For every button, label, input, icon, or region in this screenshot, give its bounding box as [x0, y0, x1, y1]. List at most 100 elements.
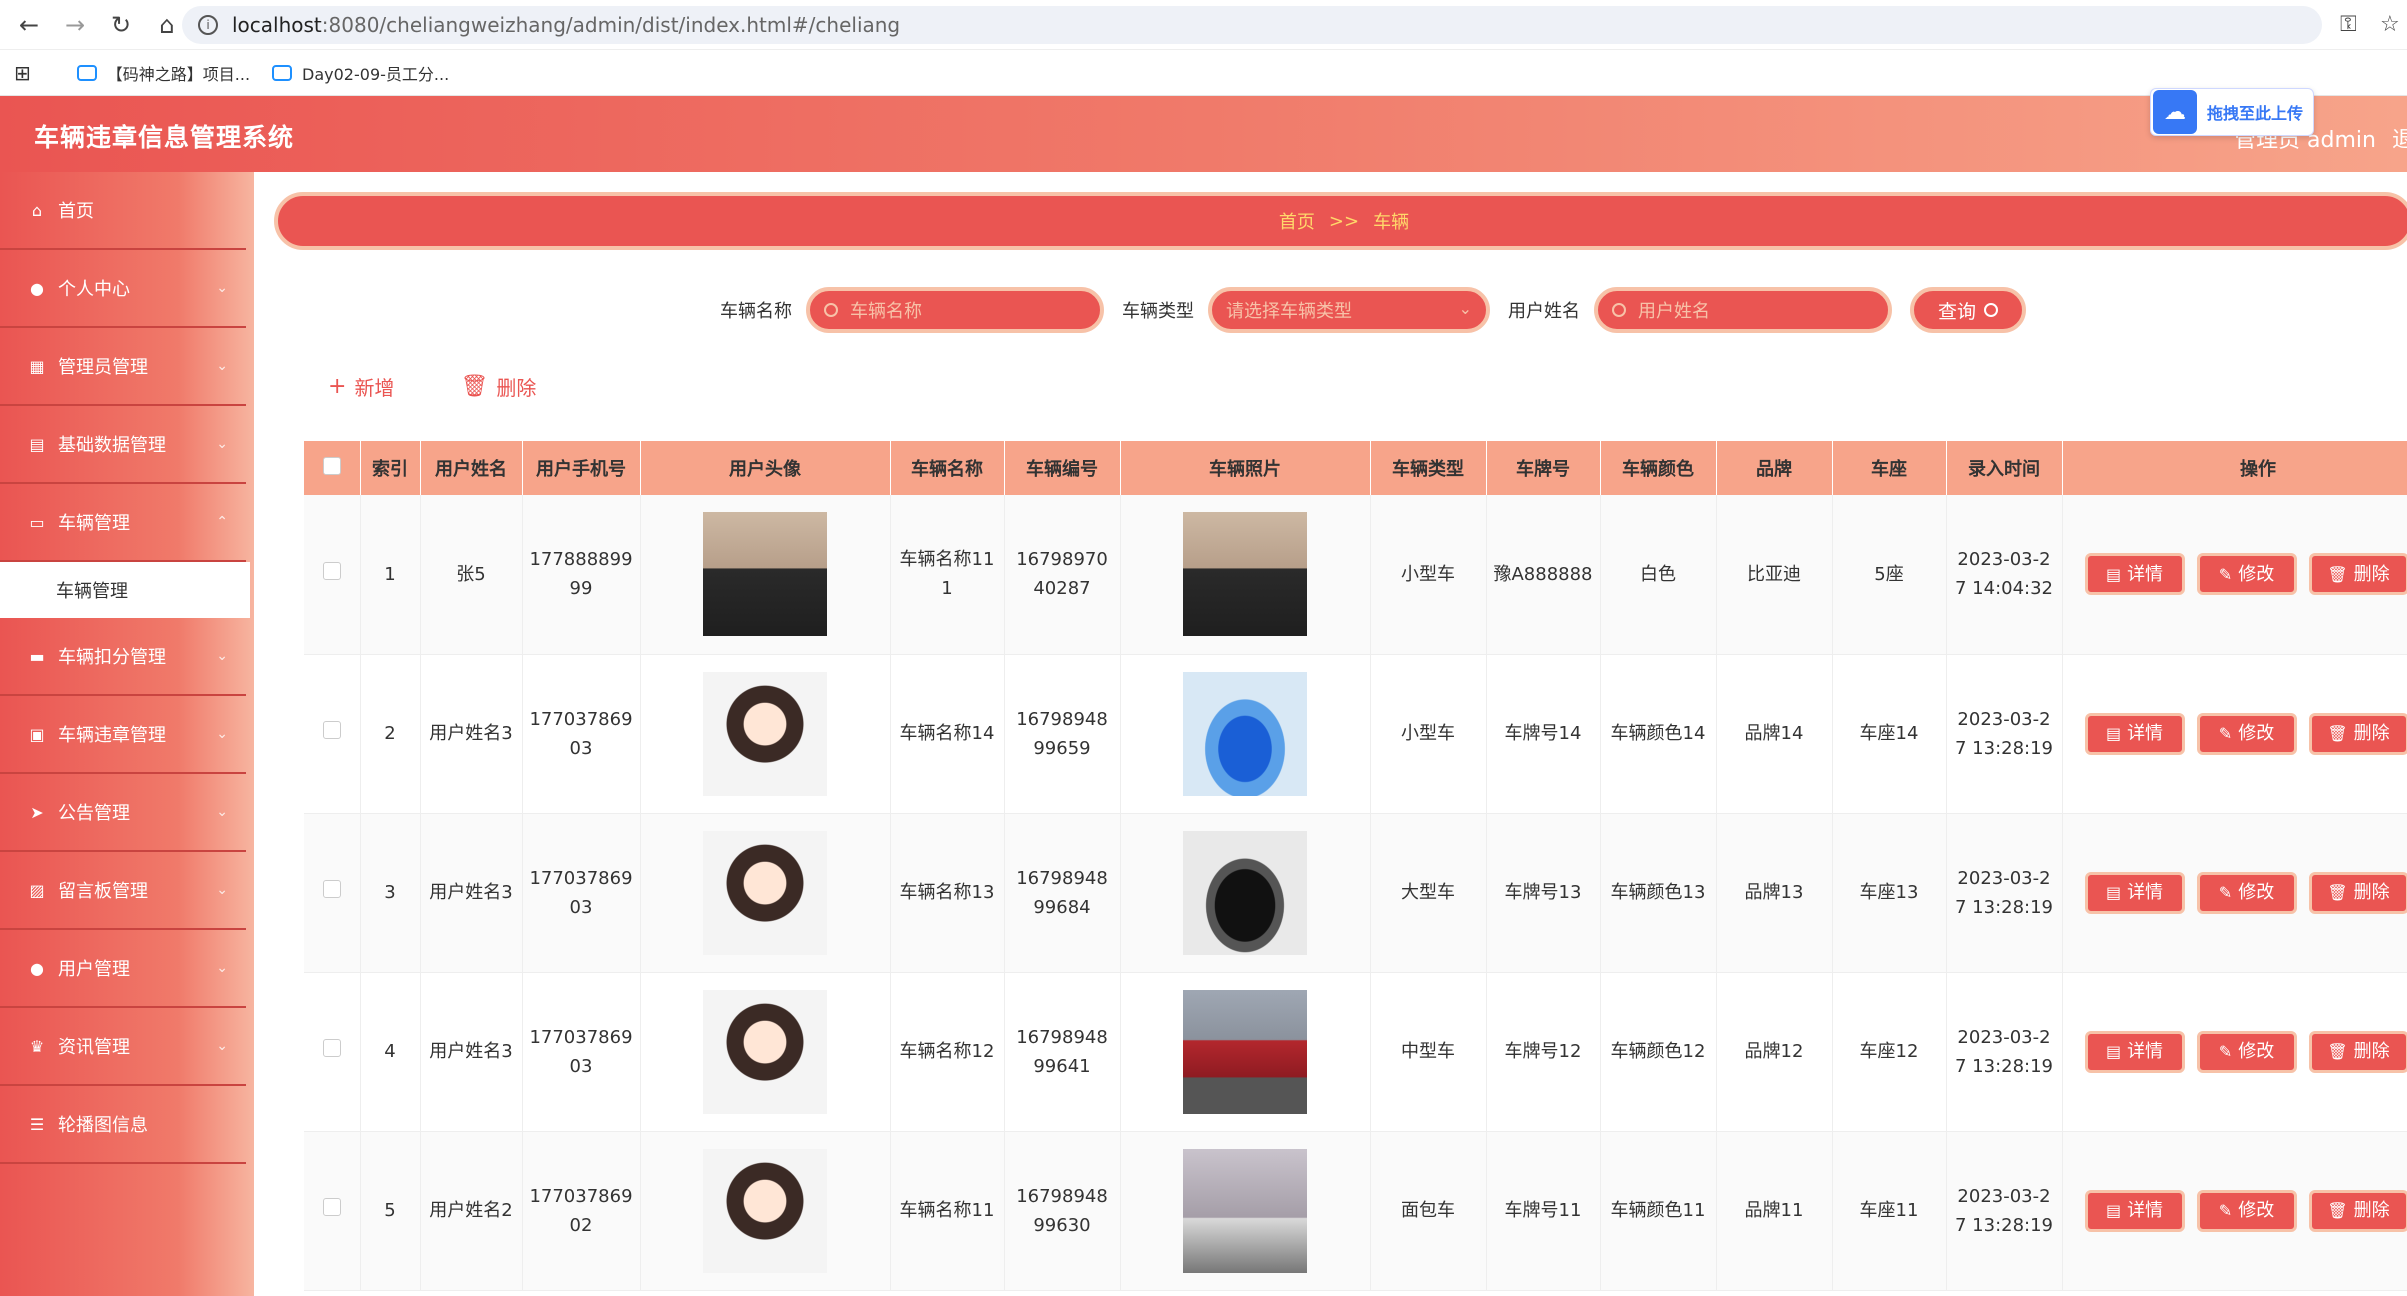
- row-select-cell[interactable]: [304, 813, 361, 973]
- sidebar-item-basedata[interactable]: ▤ 基础数据管理 ⌄: [0, 406, 246, 484]
- star-icon[interactable]: ☆: [2380, 12, 2400, 37]
- user-avatar-image[interactable]: [703, 512, 827, 637]
- sidebar-item-users[interactable]: ● 用户管理 ⌄: [0, 930, 246, 1008]
- cell-ops: ▤ 详情 ✎ 修改 🗑 删除: [2062, 1131, 2407, 1291]
- delete-button[interactable]: 🗑 删除: [2308, 1189, 2407, 1232]
- submenu-item-vehicle[interactable]: 车辆管理: [0, 562, 250, 618]
- breadcrumb-separator: >>: [1328, 210, 1360, 232]
- edit-button[interactable]: ✎ 修改: [2196, 712, 2297, 755]
- column-header: 用户头像: [640, 441, 891, 495]
- row-checkbox[interactable]: [322, 721, 341, 739]
- edit-label: 修改: [2238, 882, 2275, 903]
- row-checkbox[interactable]: [322, 880, 341, 898]
- cell-plate: 车牌号13: [1486, 813, 1601, 973]
- sidebar-item-violation[interactable]: ▣ 车辆违章管理 ⌄: [0, 696, 246, 774]
- trash-icon: 🗑: [2327, 724, 2348, 743]
- back-arrow-icon[interactable]: ←: [12, 8, 46, 42]
- select-all-cell[interactable]: [304, 441, 361, 495]
- site-info-icon[interactable]: i: [198, 15, 218, 35]
- forward-arrow-icon[interactable]: →: [58, 8, 92, 42]
- upload-widget[interactable]: ☁ 拖拽至此上传: [2150, 88, 2314, 136]
- bookmark-item[interactable]: Day02-09-员工分...: [272, 61, 449, 85]
- vehicle-type-select[interactable]: 请选择车辆类型 ⌄: [1208, 287, 1490, 333]
- row-actions: ▤ 详情 ✎ 修改 🗑 删除: [2069, 553, 2407, 596]
- cell-type: 面包车: [1370, 1131, 1487, 1291]
- vehicle-photo-image[interactable]: [1183, 512, 1307, 637]
- delete-label: 删除: [2353, 723, 2390, 744]
- select-all-checkbox[interactable]: [322, 456, 341, 475]
- user-avatar-image[interactable]: [703, 671, 827, 796]
- url-field[interactable]: i localhost:8080/cheliangweizhang/admin/…: [182, 6, 2322, 44]
- detail-button[interactable]: ▤ 详情: [2084, 553, 2185, 596]
- cell-seat: 车座13: [1832, 813, 1947, 973]
- cell-seat: 车座11: [1832, 1131, 1947, 1291]
- key-icon[interactable]: ⚿: [2340, 12, 2357, 37]
- vehicle-name-label: 车辆名称: [720, 301, 792, 322]
- user-avatar-image[interactable]: [703, 1148, 827, 1273]
- vehicle-photo-image[interactable]: [1183, 830, 1307, 955]
- detail-button[interactable]: ▤ 详情: [2084, 871, 2185, 914]
- row-checkbox[interactable]: [322, 1039, 341, 1057]
- user-avatar-image[interactable]: [703, 989, 827, 1114]
- chevron-down-icon: ⌄: [216, 358, 228, 374]
- table-body: 1 张5 17788889999 车辆名称111 1679897040287 小…: [304, 495, 2407, 1291]
- sidebar-item-vehicle[interactable]: ▭ 车辆管理 ⌃: [0, 484, 246, 562]
- column-header: 车座: [1832, 441, 1947, 495]
- delete-button[interactable]: 🗑 删除: [2308, 871, 2407, 914]
- bookmark-item[interactable]: 【码神之路】项目...: [76, 61, 250, 85]
- edit-button[interactable]: ✎ 修改: [2196, 1030, 2297, 1073]
- row-select-cell[interactable]: [304, 495, 361, 655]
- vehicle-name-input[interactable]: 车辆名称: [806, 287, 1104, 333]
- edit-icon: ✎: [2218, 724, 2233, 743]
- vehicle-photo-image[interactable]: [1183, 1148, 1307, 1273]
- edit-button[interactable]: ✎ 修改: [2196, 871, 2297, 914]
- breadcrumb-home[interactable]: 首页: [1279, 208, 1315, 234]
- row-select-cell[interactable]: [304, 654, 361, 814]
- sidebar-item-label: 首页: [58, 201, 94, 222]
- vehicle-photo-image[interactable]: [1183, 671, 1307, 796]
- delete-button[interactable]: 🗑 删除: [2308, 1030, 2407, 1073]
- sidebar-item-points[interactable]: ▬ 车辆扣分管理 ⌄: [0, 618, 246, 696]
- sidebar-item-notice[interactable]: ➤ 公告管理 ⌄: [0, 774, 246, 852]
- sidebar-item-news[interactable]: ♛ 资讯管理 ⌄: [0, 1008, 246, 1086]
- cell-name: 车辆名称14: [890, 654, 1005, 814]
- sidebar-item-label: 车辆扣分管理: [58, 647, 166, 668]
- edit-label: 修改: [2238, 1200, 2275, 1221]
- detail-button[interactable]: ▤ 详情: [2084, 1189, 2185, 1232]
- detail-button[interactable]: ▤ 详情: [2084, 712, 2185, 755]
- user-name-input[interactable]: 用户姓名: [1594, 287, 1892, 333]
- delete-button[interactable]: 🗑 删除: [2308, 553, 2407, 596]
- cell-type: 大型车: [1370, 813, 1487, 973]
- row-select-cell[interactable]: [304, 972, 361, 1132]
- apps-grid-icon[interactable]: ⊞: [14, 61, 31, 85]
- logout-link[interactable]: 退: [2392, 122, 2407, 154]
- query-button[interactable]: 查询: [1910, 287, 2026, 333]
- chevron-down-icon: ⌄: [216, 804, 228, 820]
- detail-button[interactable]: ▤ 详情: [2084, 1030, 2185, 1073]
- edit-button[interactable]: ✎ 修改: [2196, 553, 2297, 596]
- sidebar-item-message[interactable]: ▨ 留言板管理 ⌄: [0, 852, 246, 930]
- vehicle-photo-image[interactable]: [1183, 989, 1307, 1114]
- row-checkbox[interactable]: [322, 1198, 341, 1216]
- edit-button[interactable]: ✎ 修改: [2196, 1189, 2297, 1232]
- cell-color: 车辆颜色14: [1600, 654, 1717, 814]
- home-browser-icon[interactable]: ⌂: [150, 8, 184, 42]
- cell-time: 2023-03-27 14:04:32: [1946, 495, 2063, 655]
- user-avatar-image[interactable]: [703, 830, 827, 955]
- batch-delete-button[interactable]: 🗑 删除: [460, 372, 536, 401]
- trash-icon: 🗑: [2327, 564, 2348, 584]
- document-icon: ▤: [2105, 1042, 2122, 1061]
- cell-user: 用户姓名3: [420, 813, 523, 973]
- row-select-cell[interactable]: [304, 1131, 361, 1291]
- row-checkbox[interactable]: [322, 561, 341, 580]
- sidebar-item-profile[interactable]: ● 个人中心 ⌄: [0, 250, 246, 328]
- reload-icon[interactable]: ↻: [104, 8, 138, 42]
- bilibili-icon: [76, 64, 97, 81]
- add-button[interactable]: + 新增: [328, 372, 394, 401]
- column-header: 录入时间: [1946, 441, 2063, 495]
- cell-ops: ▤ 详情 ✎ 修改 🗑 删除: [2062, 813, 2407, 973]
- sidebar-item-admin[interactable]: ▦ 管理员管理 ⌄: [0, 328, 246, 406]
- delete-button[interactable]: 🗑 删除: [2308, 712, 2407, 755]
- sidebar-item-home[interactable]: ⌂ 首页: [0, 172, 246, 250]
- sidebar-item-carousel[interactable]: ☰ 轮播图信息: [0, 1086, 246, 1164]
